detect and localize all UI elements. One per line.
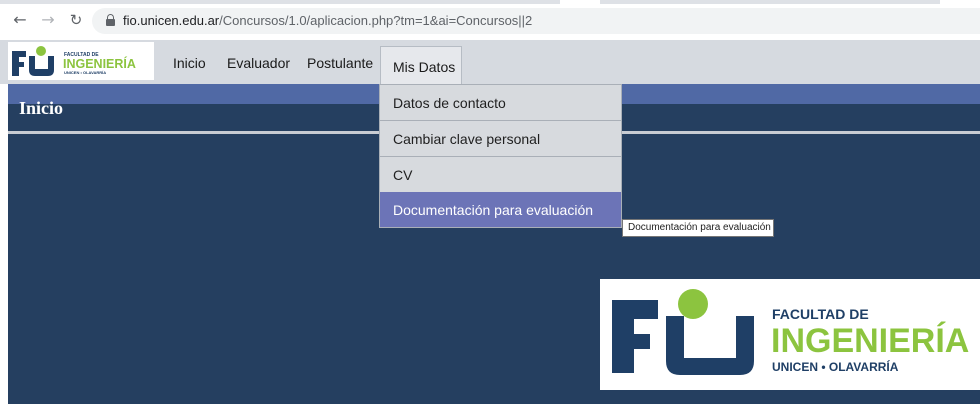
fio-logo-graphic: FACULTAD DE INGENIERÍA UNICEN • OLAVARRÍ… xyxy=(12,46,136,76)
logo-large-line1: FACULTAD DE xyxy=(772,306,869,322)
url-path: /Concursos/1.0/aplicacion.php?tm=1&ai=Co… xyxy=(219,13,533,28)
page-title: Inicio xyxy=(19,98,64,118)
dropdown-item-datos-de-contacto[interactable]: Datos de contacto xyxy=(380,85,621,121)
logo-small-line2: INGENIERÍA xyxy=(63,56,136,71)
menu-evaluador[interactable]: Evaluador xyxy=(227,40,290,84)
menu-inicio[interactable]: Inicio xyxy=(173,40,206,84)
lock-icon xyxy=(106,14,115,26)
tab-strip-right xyxy=(600,0,940,4)
address-url[interactable]: fio.unicen.edu.ar/Concursos/1.0/aplicaci… xyxy=(123,13,532,29)
reload-icon[interactable]: ↻ xyxy=(68,12,84,28)
logo-large-line2: INGENIERÍA xyxy=(771,322,969,360)
app-header: FACULTAD DE INGENIERÍA UNICEN • OLAVARRÍ… xyxy=(0,40,980,84)
fio-logo-large-graphic: FACULTAD DE INGENIERÍA UNICEN • OLAVARRÍ… xyxy=(612,289,969,375)
logo-small-line3: UNICEN • OLAVARRÍA xyxy=(64,70,106,75)
menu-postulante[interactable]: Postulante xyxy=(307,40,373,84)
forward-arrow-icon[interactable]: → xyxy=(40,12,56,28)
browser-toolbar: ← → ↻ fio.unicen.edu.ar/Concursos/1.0/ap… xyxy=(0,0,980,40)
address-bar[interactable]: fio.unicen.edu.ar/Concursos/1.0/aplicaci… xyxy=(92,8,980,34)
tooltip: Documentación para evaluación xyxy=(622,219,774,237)
faculty-logo-large: FACULTAD DE INGENIERÍA UNICEN • OLAVARRÍ… xyxy=(600,279,980,390)
faculty-logo-small[interactable]: FACULTAD DE INGENIERÍA UNICEN • OLAVARRÍ… xyxy=(8,42,154,80)
tab-strip xyxy=(0,0,980,4)
dropdown-item-cv[interactable]: CV xyxy=(380,157,621,193)
url-host: fio.unicen.edu.ar xyxy=(123,13,220,28)
dropdown-item-documentacion[interactable]: Documentación para evaluación xyxy=(380,192,621,227)
logo-large-line3: UNICEN • OLAVARRÍA xyxy=(772,359,899,374)
back-arrow-icon[interactable]: ← xyxy=(12,12,28,28)
dropdown-item-cambiar-clave[interactable]: Cambiar clave personal xyxy=(380,121,621,157)
mis-datos-dropdown: Datos de contacto Cambiar clave personal… xyxy=(379,84,622,228)
menu-mis-datos[interactable]: Mis Datos xyxy=(380,46,462,84)
tab-strip-left xyxy=(0,0,560,4)
